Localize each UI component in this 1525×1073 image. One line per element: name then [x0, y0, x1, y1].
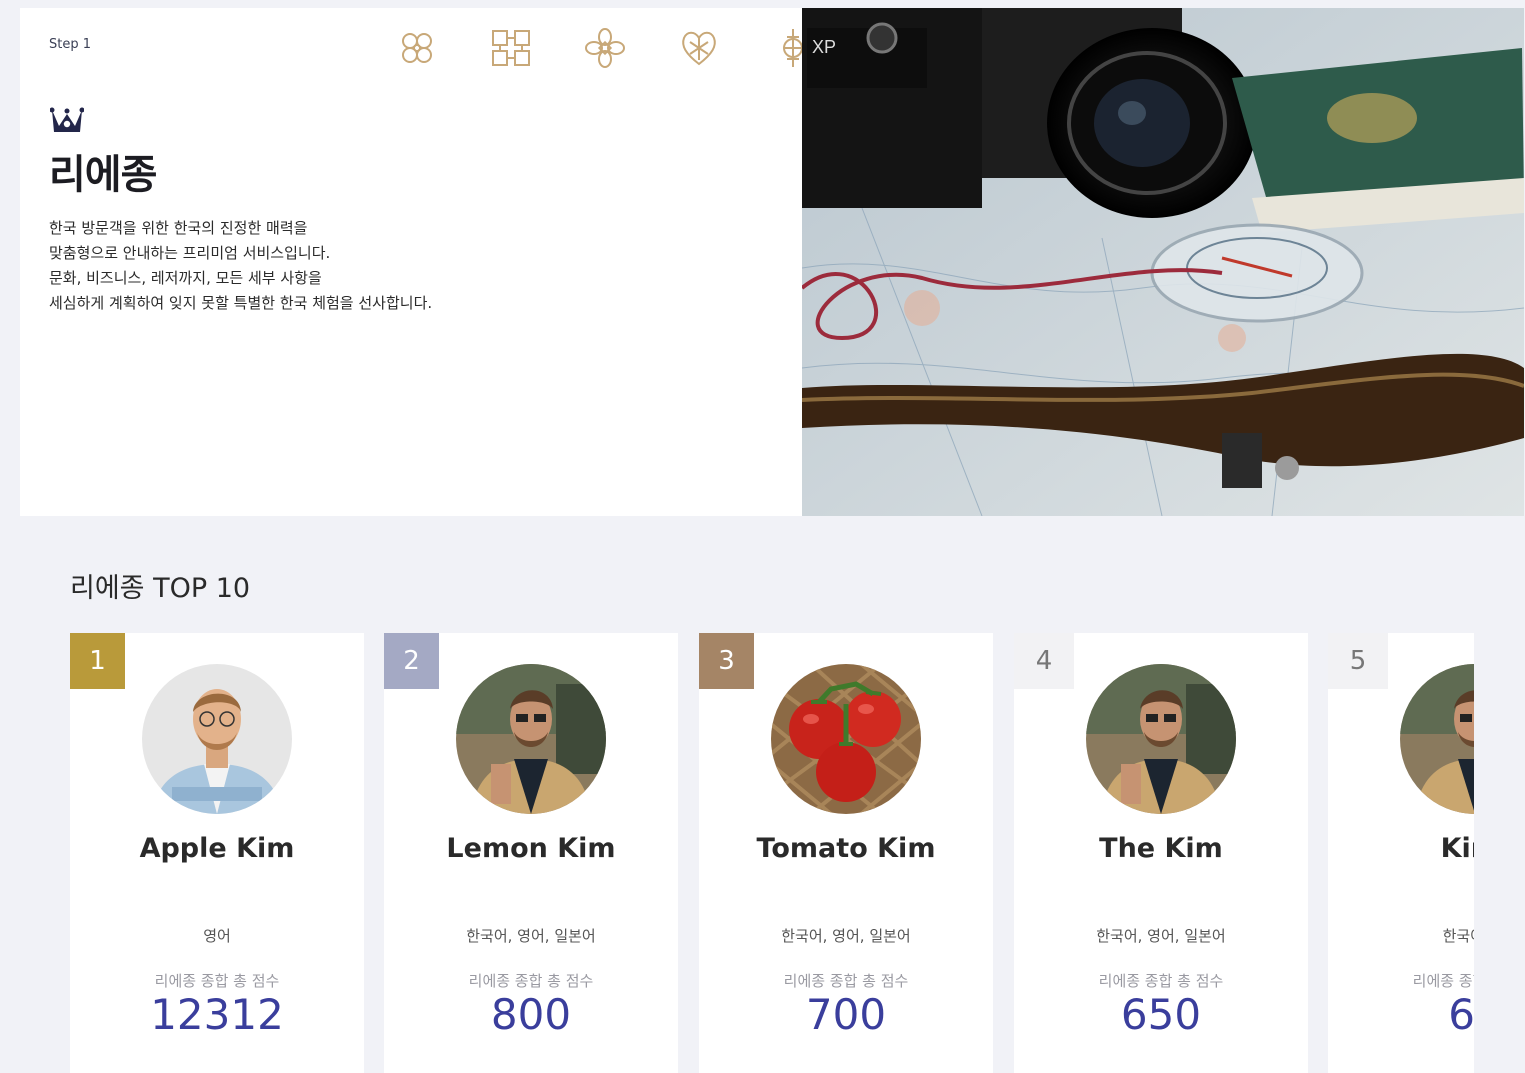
profile-name: Tomato Kim	[756, 833, 936, 864]
profile-card[interactable]: 3 Tomato Kim 한국어, 영어, 일본어 리에종 종합 총 점수 70…	[699, 633, 993, 1073]
description-line: 맞춤형으로 안내하는 프리미엄 서비스입니다.	[49, 244, 331, 262]
description-line: 문화, 비즈니스, 레저까지, 모든 세부 사항을	[49, 269, 322, 287]
profile-score: 800	[490, 990, 572, 1039]
profile-languages: 한국어, 영어, 일본어	[781, 927, 911, 945]
score-label: 리에종 종합 총 점수	[1098, 972, 1224, 990]
rank-badge: 1	[70, 633, 125, 689]
rank-badge: 4	[1014, 633, 1074, 689]
profile-score: 63	[1448, 990, 1474, 1039]
score-label: 리에종 종합 총 점수	[154, 972, 280, 990]
profile-name: King	[1440, 833, 1474, 864]
flower-pattern-icon	[558, 26, 652, 70]
profile-card[interactable]: 4 The Kim 한국어, 영어, 일본어 리에종 종합 총 점수 650	[1014, 633, 1308, 1073]
hero-intro: Step 1 리에종 한국 방문객을 위한 한국의 진정한 매력을 맞춤형으로 …	[20, 8, 803, 516]
profile-languages: 한국어, 영	[1442, 927, 1474, 945]
knot-pattern-icon	[370, 26, 464, 70]
description-line: 한국 방문객을 위한 한국의 진정한 매력을	[49, 219, 308, 237]
score-label: 리에종 종합 총 점수	[1412, 972, 1474, 990]
profile-card[interactable]: 1 Apple Kim 영어 리에종 종합 총 점수 12312	[70, 633, 364, 1073]
description-line: 세심하게 계획하여 잊지 못할 특별한 한국 체험을 선사합니다.	[49, 294, 433, 312]
profile-name: The Kim	[1099, 833, 1223, 864]
tomato-basket-avatar	[771, 664, 921, 814]
heart-knot-pattern-icon	[652, 26, 746, 70]
man-tan-coat-avatar	[1086, 664, 1236, 814]
man-denim-shirt-avatar	[142, 664, 292, 814]
profile-card[interactable]: 5 King 한국어, 영 리에종 종합 총 점수 63	[1328, 633, 1474, 1073]
profile-score: 12312	[150, 990, 284, 1039]
svg-text:XP: XP	[812, 37, 836, 57]
hero-description: 한국 방문객을 위한 한국의 진정한 매력을 맞춤형으로 안내하는 프리미엄 서…	[49, 216, 432, 316]
profile-languages: 한국어, 영어, 일본어	[466, 927, 596, 945]
brand-title: 리에종	[49, 152, 157, 198]
crown-icon	[49, 106, 85, 138]
score-label: 리에종 종합 총 점수	[468, 972, 594, 990]
profile-languages: 영어	[203, 927, 231, 945]
rank-badge: 3	[699, 633, 754, 689]
profile-card[interactable]: 2 Lemon Kim 한국어, 영어, 일본어 리에종 종합 총 점수 800	[384, 633, 678, 1073]
ranking-title: 리에종 TOP 10	[70, 573, 251, 604]
profile-score: 700	[805, 990, 887, 1039]
ranking-carousel[interactable]: 1 Apple Kim 영어 리에종 종합 총 점수 12312 2 Lemon…	[70, 633, 1474, 1073]
man-tan-coat-avatar	[456, 664, 606, 814]
step-label: Step 1	[49, 37, 92, 52]
lattice-pattern-icon	[464, 26, 558, 70]
camera-map-compass-photo: XP	[802, 8, 1524, 516]
pattern-icon-row	[370, 26, 840, 70]
rank-badge: 2	[384, 633, 439, 689]
rank-badge: 5	[1328, 633, 1388, 689]
score-label: 리에종 종합 총 점수	[783, 972, 909, 990]
man-tan-coat-avatar	[1400, 664, 1474, 814]
profile-languages: 한국어, 영어, 일본어	[1096, 927, 1226, 945]
profile-score: 650	[1120, 990, 1202, 1039]
profile-name: Lemon Kim	[446, 833, 616, 864]
profile-name: Apple Kim	[139, 833, 295, 864]
top-bar	[0, 0, 1525, 8]
